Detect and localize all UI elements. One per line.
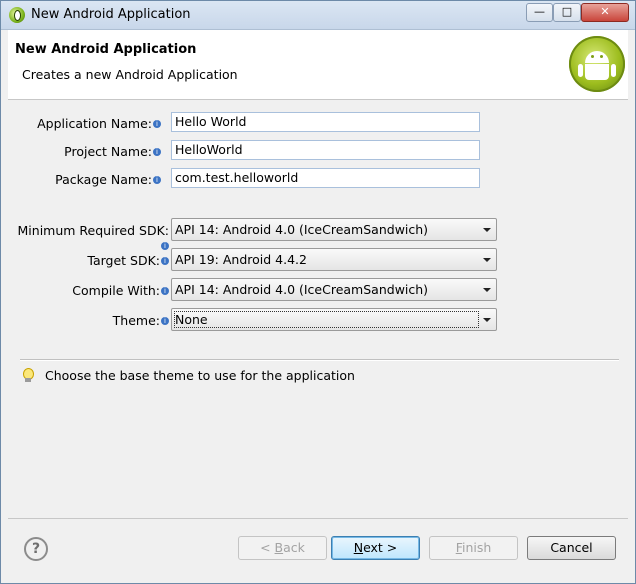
dropdown-arrow-icon — [483, 288, 491, 292]
min-sdk-value: API 14: Android 4.0 (IceCreamSandwich) — [175, 222, 429, 237]
finish-button[interactable]: Finish — [429, 536, 518, 560]
back-button[interactable]: < Back — [238, 536, 327, 560]
project-name-field[interactable]: HelloWorld — [171, 140, 480, 160]
min-sdk-label: Minimum Required SDK:i — [17, 223, 169, 250]
info-icon: i — [161, 241, 169, 250]
compile-with-select[interactable]: API 14: Android 4.0 (IceCreamSandwich) — [171, 278, 497, 301]
next-button[interactable]: Next > — [331, 536, 420, 560]
info-icon: i — [153, 119, 161, 128]
target-sdk-value: API 19: Android 4.4.2 — [175, 252, 307, 267]
close-button[interactable]: ✕ — [581, 3, 629, 22]
app-name-field[interactable]: Hello World — [171, 112, 480, 132]
dropdown-arrow-icon — [483, 228, 491, 232]
page-subtitle: Creates a new Android Application — [22, 67, 238, 82]
lightbulb-icon — [22, 368, 34, 383]
window-title: New Android Application — [31, 7, 191, 22]
info-icon: i — [161, 256, 169, 265]
compile-with-value: API 14: Android 4.0 (IceCreamSandwich) — [175, 282, 429, 297]
page-title: New Android Application — [15, 42, 197, 57]
theme-label: Theme: i — [9, 313, 169, 328]
app-name-label: Application Name: i — [21, 116, 161, 131]
wizard-header: New Android Application Creates a new An… — [8, 30, 628, 100]
cancel-button[interactable]: Cancel — [527, 536, 616, 560]
info-icon: i — [153, 147, 161, 156]
android-logo-icon — [569, 36, 625, 92]
info-icon: i — [161, 286, 169, 295]
app-icon — [9, 7, 25, 23]
project-name-label: Project Name: i — [21, 144, 161, 159]
wizard-window: New Android Application — □ ✕ New Androi… — [0, 0, 636, 584]
dropdown-arrow-icon — [483, 318, 491, 322]
info-icon: i — [161, 316, 169, 325]
target-sdk-label: Target SDK: i — [9, 253, 169, 268]
maximize-button[interactable]: □ — [553, 3, 581, 22]
info-icon: i — [153, 175, 161, 184]
min-sdk-select[interactable]: API 14: Android 4.0 (IceCreamSandwich) — [171, 218, 497, 241]
package-name-field[interactable]: com.test.helloworld — [171, 168, 480, 188]
package-name-label: Package Name: i — [21, 172, 161, 187]
minimize-button[interactable]: — — [526, 3, 553, 22]
target-sdk-select[interactable]: API 19: Android 4.4.2 — [171, 248, 497, 271]
hint-text: Choose the base theme to use for the app… — [45, 368, 355, 383]
theme-value: None — [175, 312, 208, 327]
dropdown-arrow-icon — [483, 258, 491, 262]
button-bar-separator — [8, 518, 628, 519]
theme-select[interactable]: None — [171, 308, 497, 331]
separator — [20, 359, 619, 361]
title-bar[interactable]: New Android Application — □ ✕ — [1, 1, 635, 30]
compile-with-label: Compile With: i — [9, 283, 169, 298]
help-icon[interactable]: ? — [24, 537, 48, 561]
